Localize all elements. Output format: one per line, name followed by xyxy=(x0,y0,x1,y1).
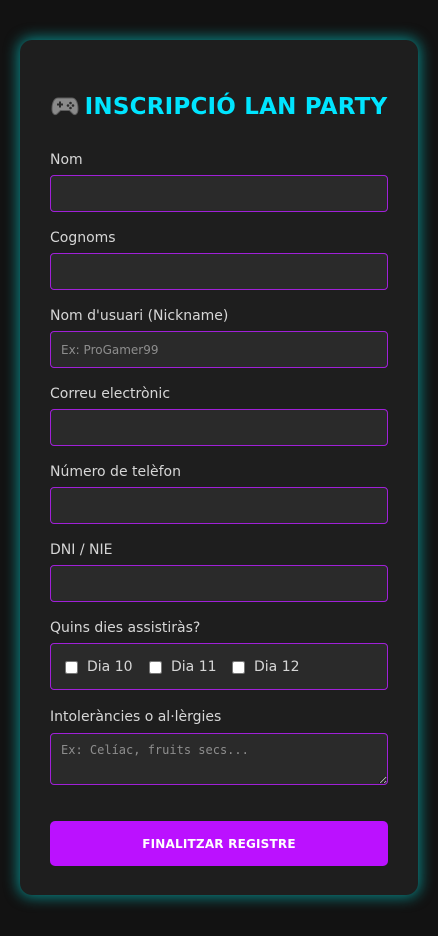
day-11-label: Dia 11 xyxy=(171,659,217,675)
allergies-textarea[interactable] xyxy=(50,733,388,785)
nom-label: Nom xyxy=(50,152,83,168)
nickname-label: Nom d'usuari (Nickname) xyxy=(50,308,229,324)
phone-input[interactable] xyxy=(50,487,388,524)
form-title-text: INSCRIPCIÓ LAN PARTY xyxy=(84,94,388,120)
dni-label: DNI / NIE xyxy=(50,542,113,558)
email-label: Correu electrònic xyxy=(50,386,171,402)
dni-input[interactable] xyxy=(50,565,388,602)
email-input[interactable] xyxy=(50,409,388,446)
day-option-10[interactable]: Dia 10 xyxy=(65,657,133,677)
phone-label: Número de telèfon xyxy=(50,464,181,480)
form-title: INSCRIPCIÓ LAN PARTY xyxy=(20,91,418,126)
registration-card: INSCRIPCIÓ LAN PARTY Nom Cognoms Nom d'u… xyxy=(20,40,418,895)
days-checkbox-group: Dia 10 Dia 11 Dia 12 xyxy=(50,643,388,690)
days-label: Quins dies assistiràs? xyxy=(50,620,201,636)
submit-button[interactable]: FINALITZAR REGISTRE xyxy=(50,821,388,866)
day-12-checkbox[interactable] xyxy=(232,660,245,674)
day-10-label: Dia 10 xyxy=(87,659,133,675)
day-option-12[interactable]: Dia 12 xyxy=(232,657,300,677)
day-11-checkbox[interactable] xyxy=(149,660,162,674)
nom-input[interactable] xyxy=(50,175,388,212)
gamepad-icon xyxy=(51,94,79,126)
allergies-label: Intoleràncies o al·lèrgies xyxy=(50,709,222,725)
cognoms-label: Cognoms xyxy=(50,230,116,246)
nickname-input[interactable] xyxy=(50,331,388,368)
day-10-checkbox[interactable] xyxy=(65,660,78,674)
cognoms-input[interactable] xyxy=(50,253,388,290)
day-12-label: Dia 12 xyxy=(254,659,300,675)
day-option-11[interactable]: Dia 11 xyxy=(149,657,217,677)
